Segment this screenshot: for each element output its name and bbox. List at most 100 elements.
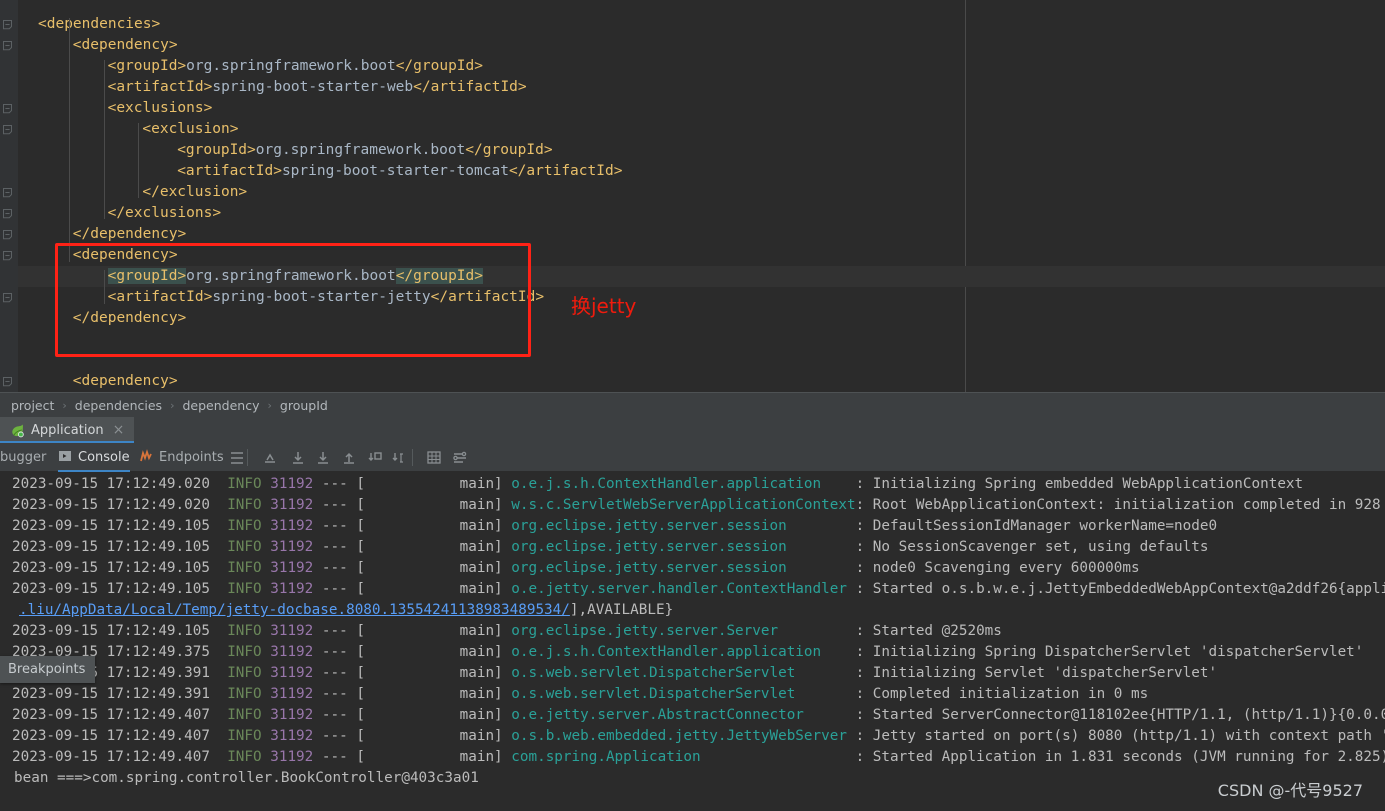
code-fold-marker-icon[interactable] (2, 103, 13, 114)
log-space (262, 560, 271, 576)
right-margin-guide (965, 0, 966, 392)
breadcrumb[interactable]: project›dependencies›dependency›groupId (0, 392, 1385, 417)
log-thread: [ main] (356, 581, 502, 597)
tab-endpoints[interactable]: Endpoints (139, 443, 224, 472)
code-line[interactable]: <exclusion> (142, 119, 238, 140)
tab-console[interactable]: Console (58, 443, 130, 472)
run-tab-application[interactable]: Application × (0, 417, 134, 443)
log-timestamp: 2023-09-15 17:12:49.020 (12, 476, 227, 492)
xml-tag: </groupId> (465, 142, 552, 158)
breakpoints-tooltip[interactable]: Breakpoints (0, 656, 95, 683)
log-message: : Root WebApplicationContext: initializa… (856, 497, 1385, 513)
console-log-wrapped-link-line[interactable]: .liu/AppData/Local/Temp/jetty-docbase.80… (19, 600, 673, 621)
log-dashes: --- (313, 581, 356, 597)
close-icon[interactable]: × (113, 423, 125, 437)
log-thread: [ main] (356, 518, 502, 534)
code-line[interactable]: <artifactId>spring-boot-starter-tomcat</… (177, 161, 622, 182)
run-tool-window-tabs[interactable]: Application × (0, 417, 1385, 443)
xml-tag: </dependency> (73, 310, 187, 326)
log-level: INFO (227, 728, 261, 744)
endpoints-icon (139, 449, 153, 467)
log-dashes: --- (313, 539, 356, 555)
console-output[interactable]: 2023-09-15 17:12:49.020 INFO 31192 --- [… (0, 472, 1385, 811)
code-line[interactable]: <groupId>org.springframework.boot</group… (108, 266, 483, 287)
xml-tag: <groupId> (177, 142, 256, 158)
xml-tag: </dependency> (73, 226, 187, 242)
log-message: ],AVAILABLE} (570, 602, 673, 618)
code-line[interactable]: <dependency> (73, 245, 178, 266)
log-level: INFO (227, 707, 261, 723)
tab-label: Console (78, 450, 130, 465)
log-logger: org.eclipse.jetty.server.session (503, 560, 856, 576)
xml-tag: <artifactId> (177, 163, 282, 179)
log-dashes: --- (313, 560, 356, 576)
editor-code-area[interactable]: <dependencies><dependency><groupId>org.s… (18, 0, 1385, 392)
code-line[interactable]: </exclusion> (142, 182, 247, 203)
code-line[interactable]: <groupId>org.springframework.boot</group… (177, 140, 552, 161)
code-line[interactable]: <artifactId>spring-boot-starter-web</art… (108, 77, 527, 98)
log-dashes: --- (313, 644, 356, 660)
code-editor[interactable]: <dependencies><dependency><groupId>org.s… (0, 0, 1385, 392)
code-fold-marker-icon[interactable] (2, 124, 13, 135)
log-timestamp: 2023-09-15 17:12:49.105 (12, 518, 227, 534)
log-space (262, 581, 271, 597)
breadcrumb-item-groupid[interactable]: groupId (277, 398, 331, 413)
log-dashes: --- (313, 707, 356, 723)
console-log-line: 2023-09-15 17:12:49.105 INFO 31192 --- [… (12, 579, 1385, 600)
log-space (262, 644, 271, 660)
log-timestamp: 2023-09-15 17:12:49.105 (12, 539, 227, 555)
log-logger: o.s.b.web.embedded.jetty.JettyWebServer (503, 728, 856, 744)
temp-docbase-link[interactable]: .liu/AppData/Local/Temp/jetty-docbase.80… (19, 602, 570, 618)
editor-gutter[interactable] (0, 0, 18, 392)
indent-guide (138, 123, 139, 198)
log-level: INFO (227, 497, 261, 513)
log-space (262, 518, 271, 534)
step-down-icon[interactable] (290, 450, 306, 466)
log-dashes: --- (313, 518, 356, 534)
code-line[interactable]: </dependency> (73, 308, 187, 329)
table-view-icon[interactable] (426, 450, 442, 466)
code-line[interactable]: </exclusions> (108, 203, 222, 224)
code-fold-marker-icon[interactable] (2, 229, 13, 240)
code-line[interactable]: <groupId>org.springframework.boot</group… (108, 56, 483, 77)
scroll-to-end-icon[interactable] (262, 450, 278, 466)
code-fold-marker-icon[interactable] (2, 187, 13, 198)
code-line[interactable]: <exclusions> (108, 98, 213, 119)
breadcrumb-item-dependencies[interactable]: dependencies (72, 398, 165, 413)
log-pid: 31192 (270, 749, 313, 765)
soft-wrap-icon[interactable] (229, 450, 245, 466)
code-line[interactable]: </dependency> (73, 224, 187, 245)
next-occurrence-icon[interactable] (392, 450, 408, 466)
code-line[interactable]: <dependency> (73, 35, 178, 56)
print-icon[interactable] (367, 450, 383, 466)
log-dashes: --- (313, 476, 356, 492)
log-dashes: --- (313, 686, 356, 702)
breadcrumb-item-project[interactable]: project (8, 398, 57, 413)
breadcrumb-item-dependency[interactable]: dependency (179, 398, 262, 413)
code-line[interactable]: <artifactId>spring-boot-starter-jetty</a… (108, 287, 545, 308)
step-up-icon[interactable] (341, 450, 357, 466)
log-space (262, 749, 271, 765)
log-logger: org.eclipse.jetty.server.Server (503, 623, 856, 639)
log-pid: 31192 (270, 518, 313, 534)
code-line[interactable]: <dependencies> (38, 14, 160, 35)
settings-filter-icon[interactable] (452, 450, 468, 466)
log-pid: 31192 (270, 644, 313, 660)
code-fold-marker-icon[interactable] (2, 376, 13, 387)
log-thread: [ main] (356, 665, 502, 681)
log-level: INFO (227, 539, 261, 555)
console-log-line: 2023-09-15 17:12:49.105 INFO 31192 --- [… (12, 621, 1002, 642)
code-fold-marker-icon[interactable] (2, 292, 13, 303)
watermark: CSDN @-代号9527 (1218, 777, 1363, 801)
step-down-2-icon[interactable] (315, 450, 331, 466)
console-toolbar[interactable]: bugger Console Endpoints (0, 443, 1385, 472)
code-line[interactable]: <dependency> (73, 371, 178, 392)
code-fold-marker-icon[interactable] (2, 208, 13, 219)
code-fold-marker-icon[interactable] (2, 40, 13, 51)
code-fold-marker-icon[interactable] (2, 250, 13, 261)
log-thread: [ main] (356, 707, 502, 723)
tab-debugger[interactable]: bugger (0, 443, 46, 472)
console-icon (58, 449, 72, 467)
code-fold-marker-icon[interactable] (2, 19, 13, 30)
breadcrumb-separator-icon: › (165, 399, 179, 412)
